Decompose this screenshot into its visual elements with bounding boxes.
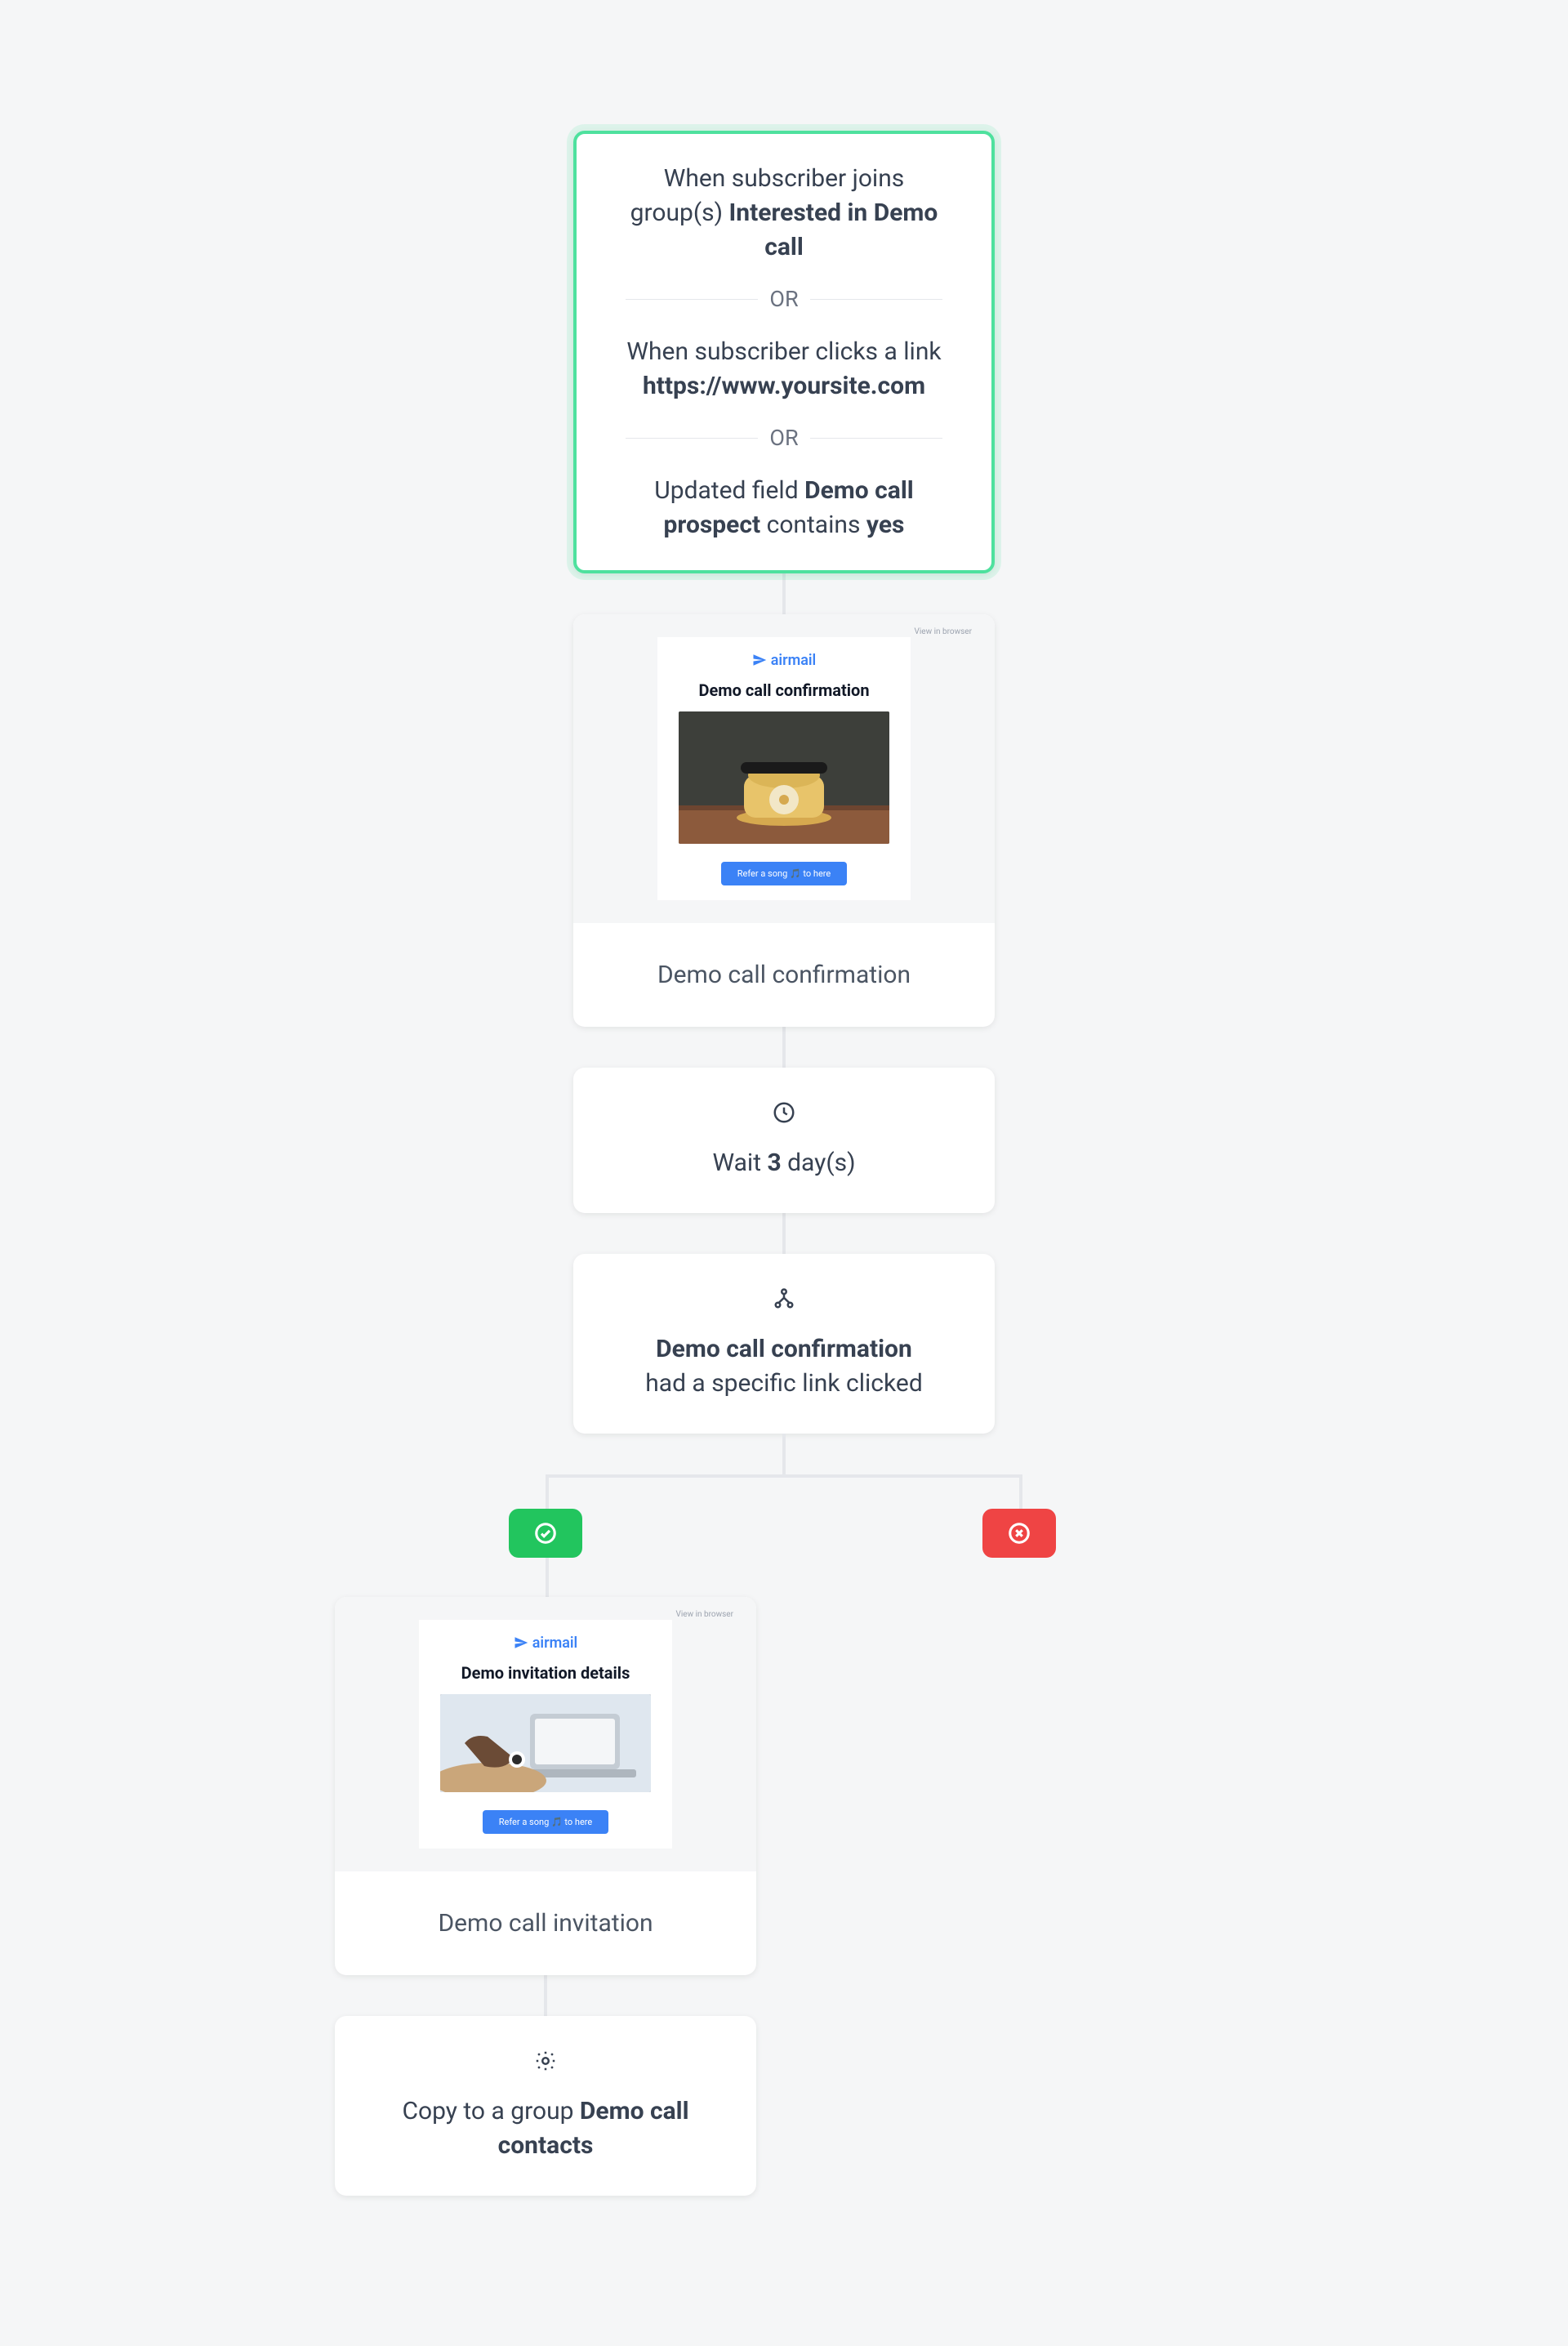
connector — [782, 1027, 786, 1068]
condition-rule: had a specific link clicked — [645, 1369, 923, 1398]
email-preview-area: View in browser airmail Demo invitation … — [335, 1597, 756, 1871]
wait-days: 3 — [767, 1148, 781, 1177]
logo-text: airmail — [532, 1635, 577, 1652]
branch-split — [0, 1434, 1568, 1597]
email-preview: airmail Demo invitation details — [419, 1620, 672, 1849]
group-name: Interested in Demo call — [729, 198, 938, 261]
email-logo: airmail — [752, 652, 816, 669]
laptop-illustration — [440, 1694, 651, 1792]
view-browser-link: View in browser — [914, 627, 972, 636]
email-step-label: Demo call invitation — [335, 1871, 756, 1938]
action-text: Copy to a group Demo call contacts — [368, 2094, 724, 2163]
branch-icon — [606, 1287, 962, 1321]
text: Updated field — [654, 476, 804, 505]
link-url: https://www.yoursite.com — [643, 372, 925, 400]
yes-branch: View in browser airmail Demo invitation … — [335, 1597, 756, 2196]
condition-email-name: Demo call confirmation — [656, 1335, 912, 1363]
email-title: Demo invitation details — [461, 1663, 630, 1683]
or-label: OR — [758, 284, 809, 315]
branches-row: View in browser airmail Demo invitation … — [0, 1597, 1568, 2196]
trigger-condition-3: Updated field Demo call prospect contain… — [626, 474, 942, 542]
text: contains — [760, 511, 866, 539]
email-step-label: Demo call confirmation — [573, 923, 995, 989]
email-hero-image — [679, 711, 889, 844]
email-step-card[interactable]: View in browser airmail Demo invitation … — [335, 1597, 756, 1975]
connector — [782, 573, 786, 614]
x-circle-icon — [1007, 1521, 1031, 1545]
divider-or: OR — [626, 284, 942, 315]
check-circle-icon — [533, 1521, 558, 1545]
email-title: Demo call confirmation — [698, 680, 869, 700]
email-cta-button: Refer a song 🎵 to here — [721, 862, 848, 885]
text: Copy to a group — [402, 2097, 579, 2125]
trigger-condition-1: When subscriber joins group(s) Intereste… — [626, 162, 942, 265]
trigger-card[interactable]: When subscriber joins group(s) Intereste… — [573, 131, 995, 573]
trigger-condition-2: When subscriber clicks a link https://ww… — [626, 335, 942, 404]
text: When subscriber clicks a link — [626, 337, 941, 366]
yes-badge[interactable] — [509, 1509, 582, 1558]
connector — [782, 1213, 786, 1254]
action-step-card[interactable]: Copy to a group Demo call contacts — [335, 2016, 756, 2196]
condition-text: Demo call confirmation had a specific li… — [606, 1332, 962, 1401]
connector — [544, 1975, 547, 2016]
field-value: yes — [866, 511, 905, 539]
clock-icon — [606, 1100, 962, 1135]
text: Wait — [712, 1148, 767, 1177]
or-label: OR — [758, 423, 809, 454]
email-preview-area: View in browser airmail Demo call confir… — [573, 614, 995, 923]
email-hero-image — [440, 1694, 651, 1792]
email-logo: airmail — [514, 1635, 577, 1652]
no-badge[interactable] — [982, 1509, 1056, 1558]
email-cta-button: Refer a song 🎵 to here — [483, 1810, 609, 1834]
email-step-card[interactable]: View in browser airmail Demo call confir… — [573, 614, 995, 1027]
paper-plane-icon — [752, 653, 767, 667]
condition-step-card[interactable]: Demo call confirmation had a specific li… — [573, 1254, 995, 1434]
no-branch — [812, 1597, 1233, 2196]
gear-icon — [368, 2049, 724, 2083]
wait-step-card[interactable]: Wait 3 day(s) — [573, 1068, 995, 1213]
phone-illustration — [679, 711, 889, 844]
email-preview: airmail Demo call confirmation — [657, 637, 911, 900]
automation-flow: When subscriber joins group(s) Intereste… — [0, 131, 1568, 2196]
wait-text: Wait 3 day(s) — [606, 1146, 962, 1180]
logo-text: airmail — [771, 652, 816, 669]
view-browser-link: View in browser — [675, 1610, 733, 1619]
divider-or: OR — [626, 423, 942, 454]
text: day(s) — [782, 1148, 856, 1177]
paper-plane-icon — [514, 1635, 528, 1650]
